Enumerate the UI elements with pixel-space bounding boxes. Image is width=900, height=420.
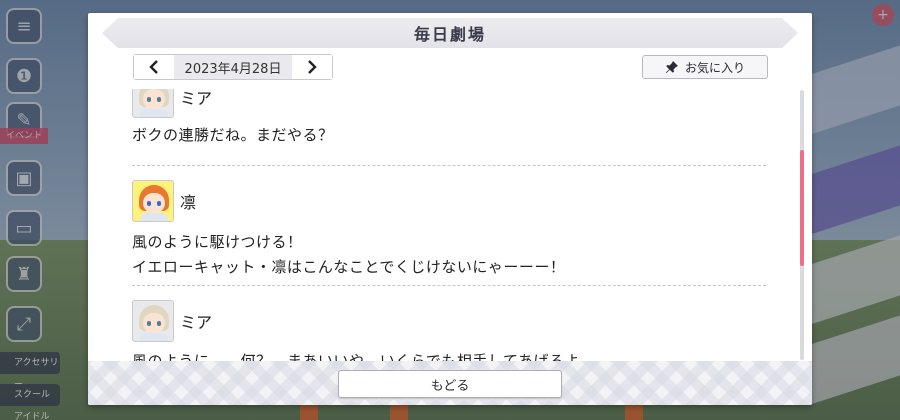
daily-theater-dialog: 毎日劇場 2023年4月28日 お気に入り ミア ボクの連勝だね。まだやる？ 凛… — [88, 13, 812, 405]
chevron-right-icon — [308, 60, 317, 74]
dialogue-entry: ミア 風のように……何？ まあいいや。いくらでも相手してあげるよ — [132, 299, 766, 361]
back-button[interactable]: もどる — [338, 370, 562, 398]
scrollbar[interactable] — [800, 90, 804, 360]
rin-avatar — [132, 180, 174, 222]
speaker-name: 凛 — [180, 193, 197, 212]
dialogue-entry: ミア ボクの連勝だね。まだやる？ — [132, 89, 766, 148]
mia-avatar — [132, 89, 174, 118]
speaker-row: 凛 — [132, 179, 766, 223]
dialogue-entry: 凛 風のように駆けつける！ イエローキャット・凛はこんなことでくじけないにゃーー… — [132, 179, 766, 280]
theater-content[interactable]: ミア ボクの連勝だね。まだやる？ 凛 風のように駆けつける！ イエローキャット・… — [132, 89, 768, 361]
speaker-name: ミア — [180, 313, 213, 332]
dialogue-line: ボクの連勝だね。まだやる？ — [132, 126, 334, 144]
scrollbar-thumb[interactable] — [800, 150, 804, 266]
current-date: 2023年4月28日 — [174, 55, 292, 79]
dialogue-line: 風のように……何？ まあいいや。いくらでも相手してあげるよ — [132, 352, 581, 361]
mia-avatar — [132, 300, 174, 342]
next-date-button[interactable] — [292, 55, 332, 79]
entry-divider — [132, 285, 766, 286]
speaker-row: ミア — [132, 89, 766, 119]
dialogue-line: 風のように駆けつける！ — [132, 233, 303, 251]
prev-date-button[interactable] — [134, 55, 174, 79]
pin-icon — [665, 61, 678, 73]
dialog-title: 毎日劇場 — [413, 25, 486, 44]
date-navigator: 2023年4月28日 — [133, 54, 333, 80]
speaker-name: ミア — [180, 89, 213, 108]
speaker-row: ミア — [132, 299, 766, 343]
chevron-left-icon — [149, 60, 158, 74]
dialogue-line: イエローキャット・凛はこんなことでくじけないにゃーーー！ — [132, 258, 566, 276]
favorite-button[interactable]: お気に入り — [642, 55, 768, 79]
dialog-title-bar: 毎日劇場 — [102, 18, 798, 48]
favorite-label: お気に入り — [684, 60, 745, 75]
entry-divider — [132, 165, 766, 166]
